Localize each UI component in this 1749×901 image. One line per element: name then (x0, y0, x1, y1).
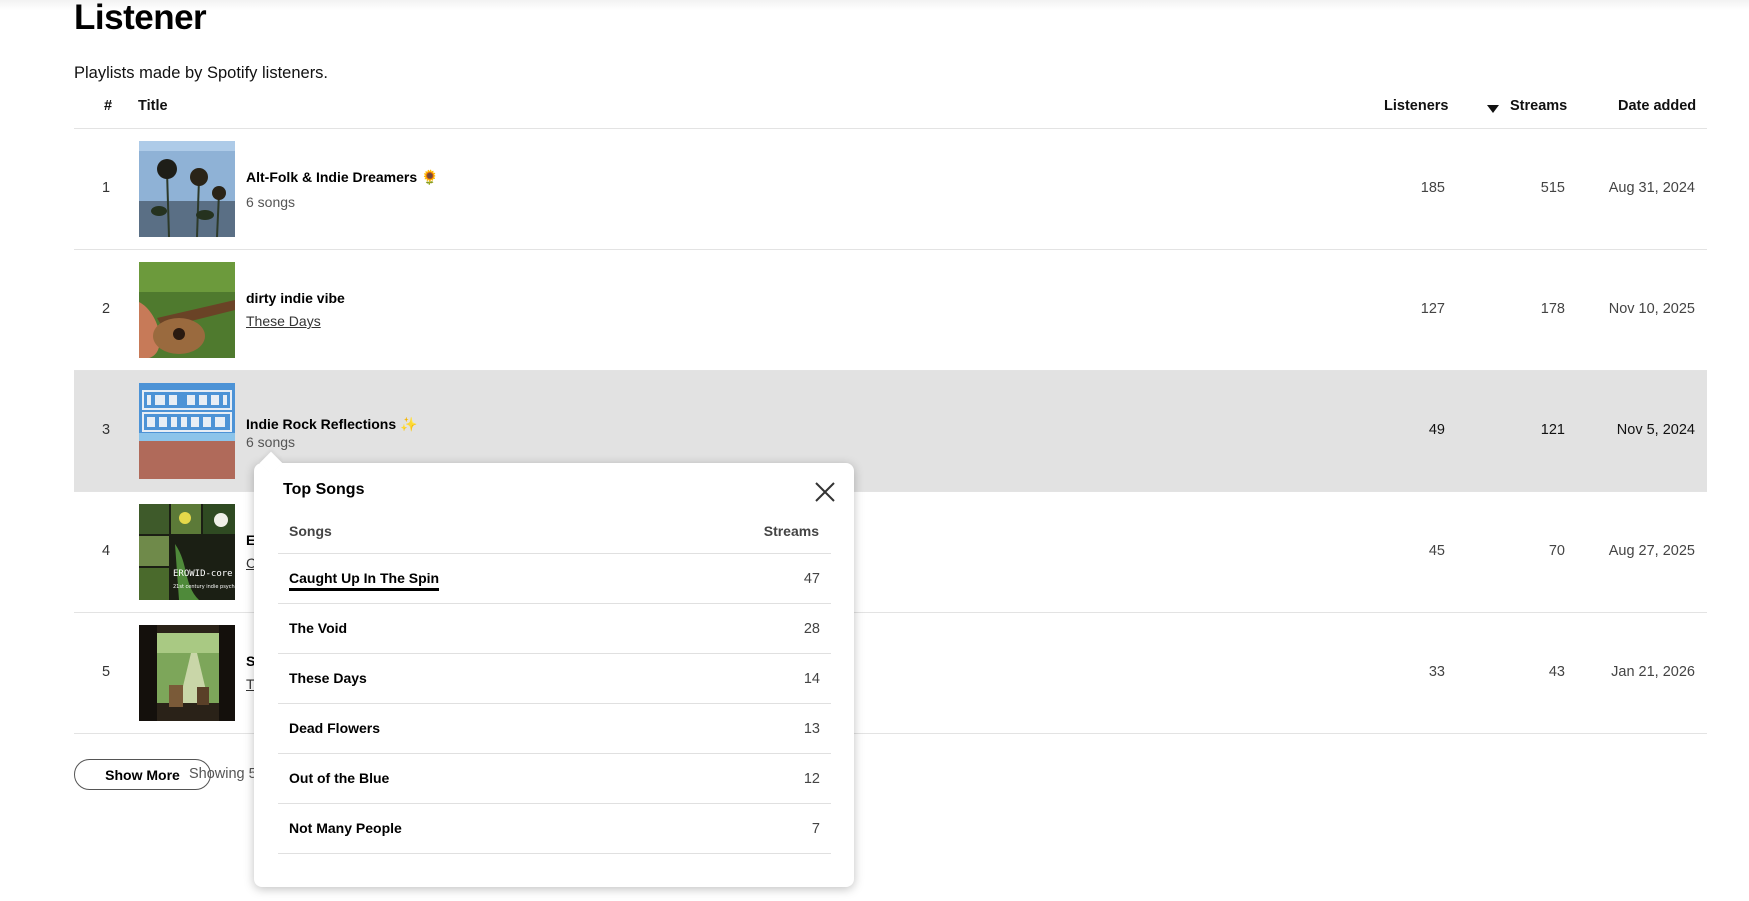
song-row[interactable]: Caught Up In The Spin 47 (278, 553, 831, 604)
song-streams: 47 (803, 571, 820, 587)
row-listeners: 185 (1420, 180, 1445, 196)
song-title-link[interactable]: Out of the Blue (289, 770, 389, 786)
row-streams: 70 (1548, 543, 1565, 559)
row-date-added: Jan 21, 2026 (1611, 664, 1695, 680)
row-date-added: Aug 31, 2024 (1608, 180, 1695, 196)
row-rank: 3 (102, 422, 111, 438)
playlist-cover[interactable] (139, 625, 235, 721)
row-rank: 1 (102, 180, 111, 196)
table-row[interactable]: 2 dirty indie vibe These Days 127 178 No… (74, 250, 1707, 371)
page-title: Listener (74, 0, 207, 37)
row-streams: 121 (1540, 422, 1565, 438)
song-row[interactable]: Not Many People 7 (278, 804, 831, 854)
popover-col-songs: Songs (289, 523, 332, 539)
playlist-name[interactable]: Alt-Folk & Indie Dreamers 🌻 (246, 169, 438, 186)
playlist-featured-song-link[interactable]: These Days (246, 313, 321, 329)
showing-count: Showing 5 (189, 766, 257, 782)
row-rank: 2 (102, 301, 111, 317)
popover-col-streams: Streams (763, 523, 819, 539)
svg-text:21st century indie psych: 21st century indie psych (173, 584, 235, 590)
playlist-cover[interactable] (139, 262, 235, 358)
header-rank: # (104, 98, 113, 114)
playlist-song-count: 6 songs (246, 194, 296, 210)
song-streams: 28 (803, 621, 820, 637)
playlist-song-count: 6 songs (246, 434, 296, 450)
page-subtitle: Playlists made by Spotify listeners. (74, 64, 329, 82)
top-shadow (0, 0, 1749, 10)
table-row[interactable]: 1 Alt-Folk & Indie Dreamers 🌻 6 songs 18… (74, 129, 1707, 250)
header-title[interactable]: Title (138, 98, 168, 114)
sort-caret-icon[interactable] (1486, 102, 1500, 118)
playlist-cover[interactable]: EROWID-core 21st century indie psych (139, 504, 235, 600)
header-listeners[interactable]: Listeners (1384, 98, 1448, 114)
playlist-cover[interactable] (139, 383, 235, 479)
header-streams[interactable]: Streams (1510, 98, 1567, 114)
song-streams: 14 (803, 671, 820, 687)
row-rank: 5 (102, 664, 111, 680)
row-streams: 43 (1548, 664, 1565, 680)
song-streams: 7 (811, 821, 820, 837)
close-icon[interactable] (814, 481, 836, 503)
row-listeners: 49 (1428, 422, 1445, 438)
header-date-added[interactable]: Date added (1618, 98, 1696, 114)
svg-text:EROWID-core: EROWID-core (173, 569, 233, 579)
song-title-link[interactable]: These Days (289, 670, 367, 686)
song-row[interactable]: Dead Flowers 13 (278, 704, 831, 754)
playlist-name[interactable]: Indie Rock Reflections ✨ (246, 416, 417, 433)
row-rank: 4 (102, 543, 111, 559)
song-row[interactable]: These Days 14 (278, 654, 831, 704)
song-row[interactable]: Out of the Blue 12 (278, 754, 831, 804)
row-date-added: Nov 5, 2024 (1616, 422, 1695, 438)
row-listeners: 45 (1428, 543, 1445, 559)
song-title-link[interactable]: Not Many People (289, 820, 402, 836)
song-title-link[interactable]: The Void (289, 620, 347, 636)
row-listeners: 33 (1428, 664, 1445, 680)
popover-title: Top Songs (283, 481, 365, 498)
song-streams: 12 (803, 771, 820, 787)
song-title-link[interactable]: Caught Up In The Spin (289, 570, 440, 591)
top-songs-popover: Top Songs Songs Streams Caught Up In The… (254, 463, 854, 887)
row-streams: 515 (1540, 180, 1565, 196)
row-listeners: 127 (1420, 301, 1445, 317)
song-row[interactable]: The Void 28 (278, 604, 831, 654)
playlist-cover[interactable] (139, 141, 235, 237)
row-date-added: Aug 27, 2025 (1608, 543, 1695, 559)
playlist-name[interactable]: dirty indie vibe (246, 290, 345, 306)
row-streams: 178 (1540, 301, 1565, 317)
song-streams: 13 (803, 721, 820, 737)
song-title-link[interactable]: Dead Flowers (289, 720, 380, 736)
row-date-added: Nov 10, 2025 (1608, 301, 1695, 317)
